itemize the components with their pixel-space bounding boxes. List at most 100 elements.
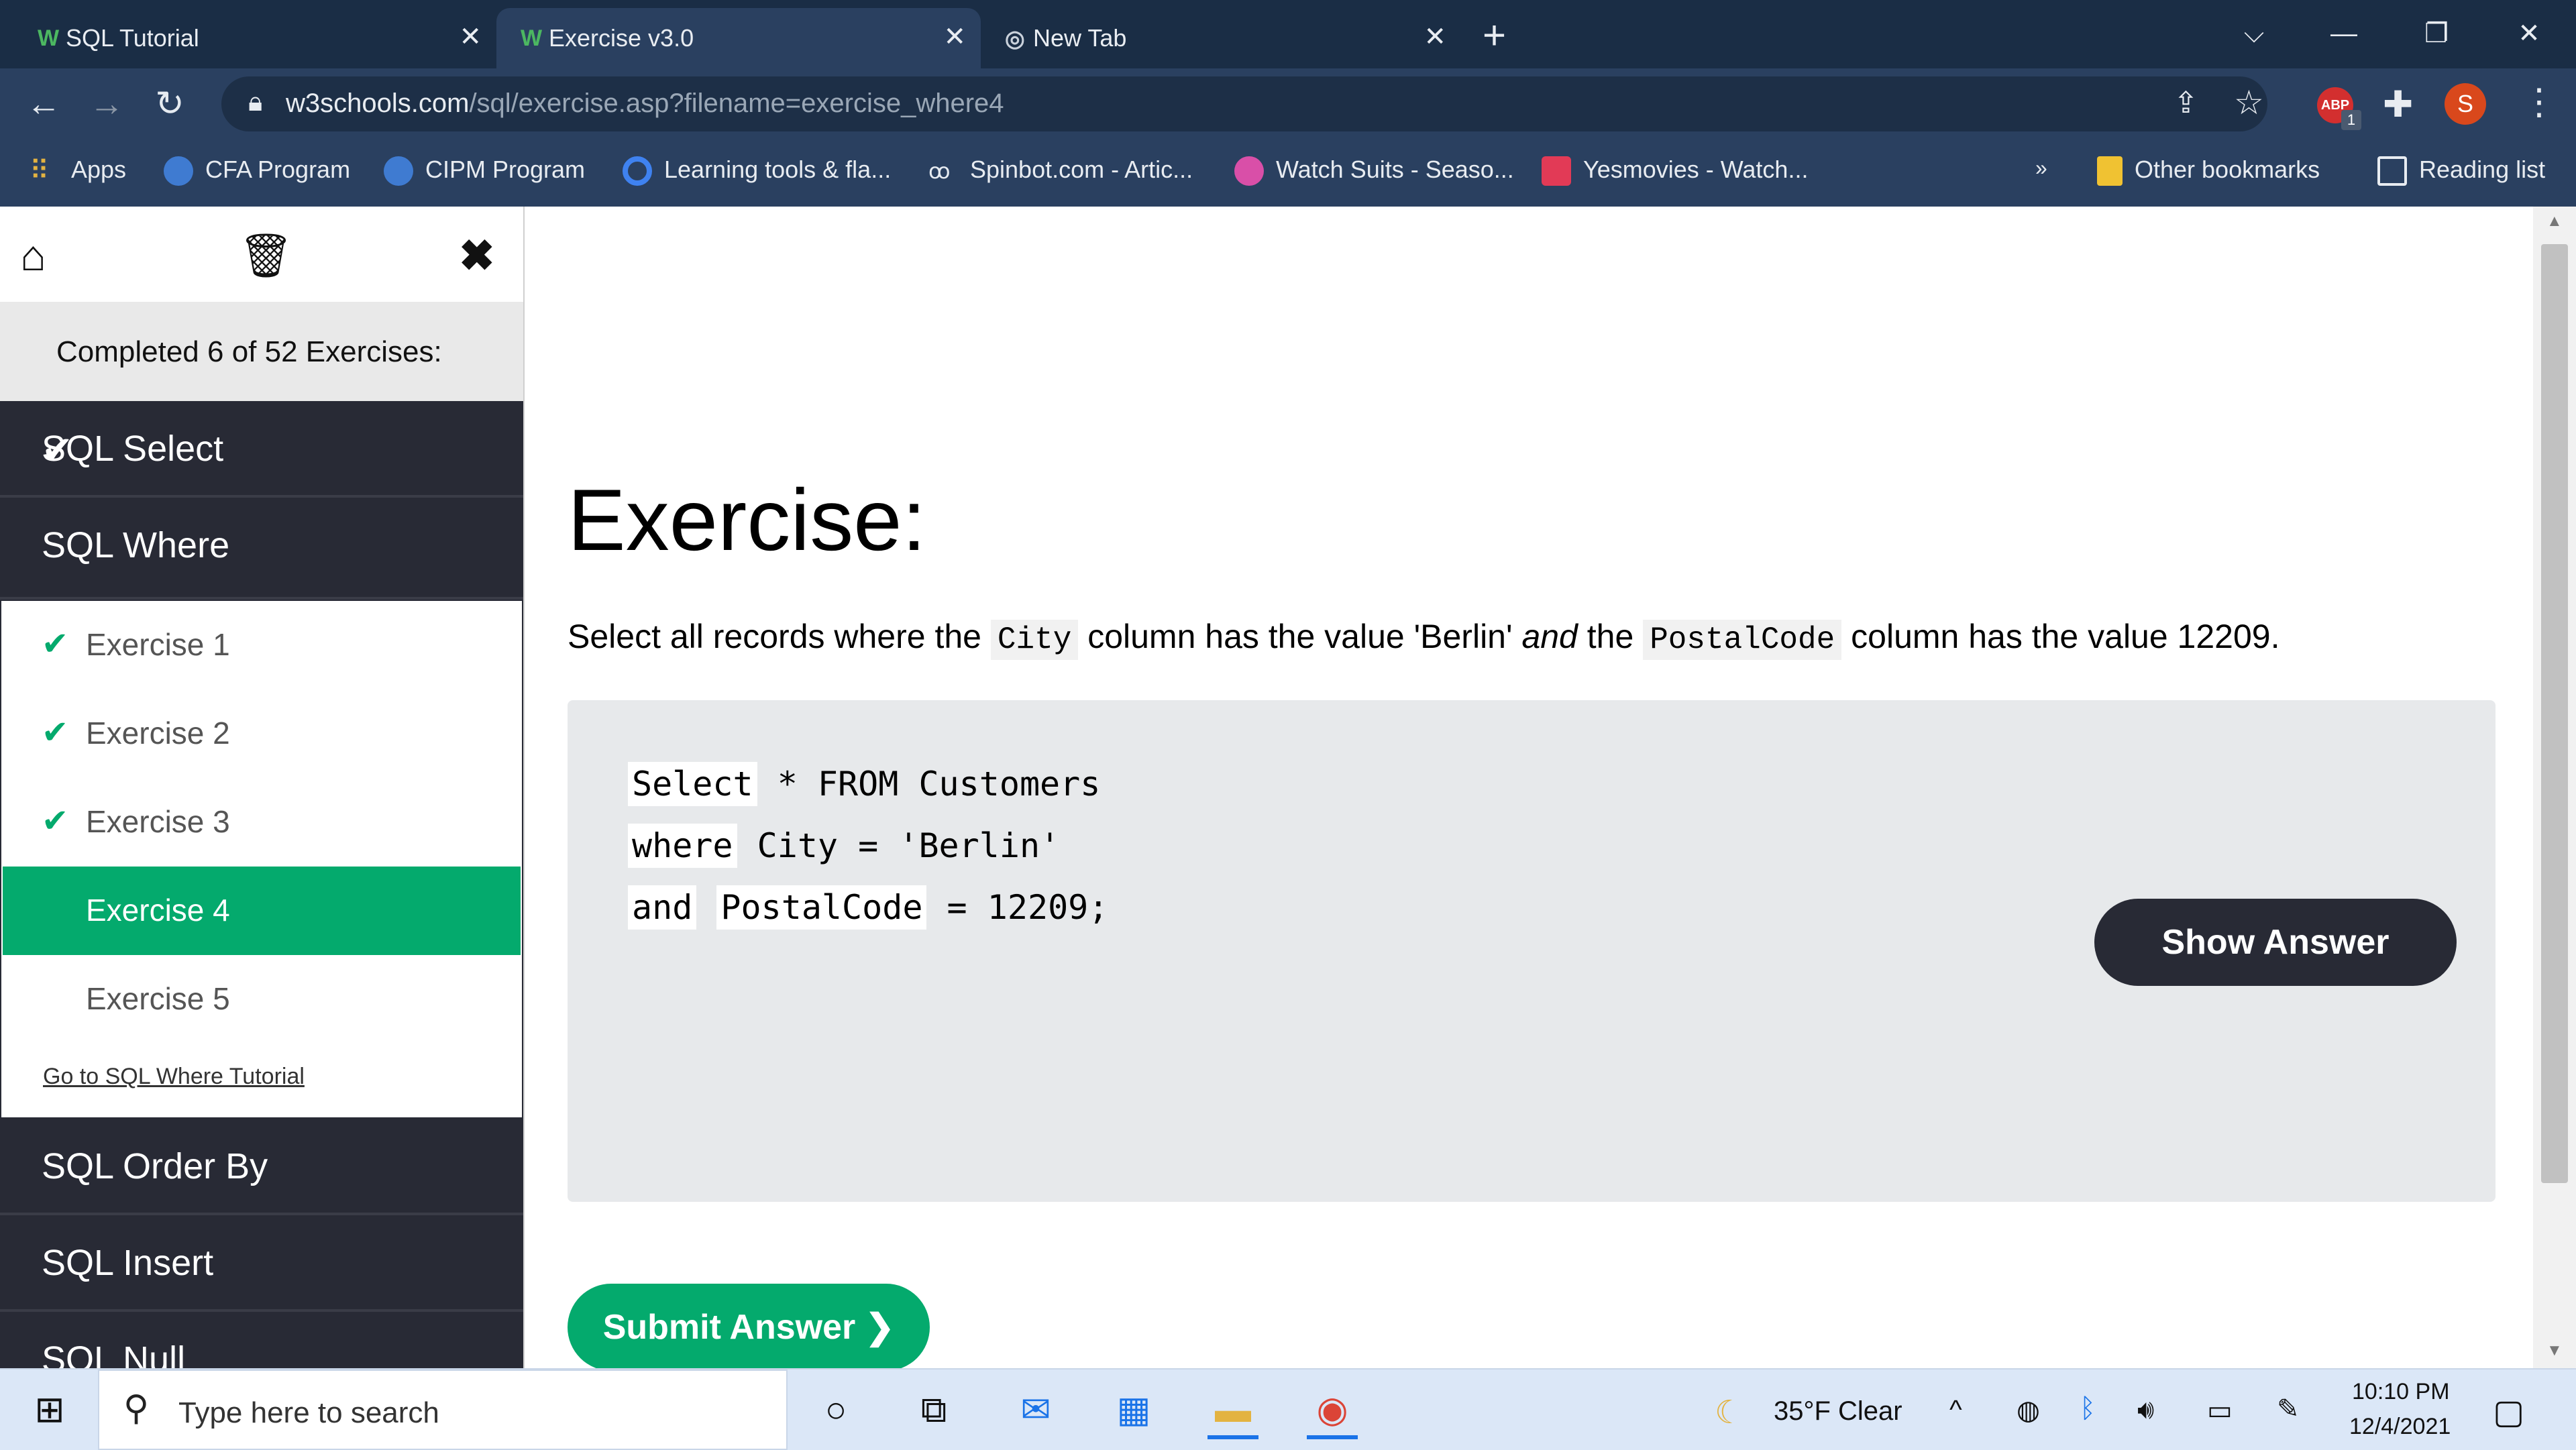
scrollbar-thumb[interactable] — [2541, 244, 2568, 1183]
extensions-puzzle-icon[interactable]: ✚ — [2383, 83, 2413, 125]
windows-start-icon[interactable]: ⊞ — [24, 1384, 75, 1435]
cortana-icon[interactable]: ○ — [810, 1384, 861, 1435]
exercise-label: Exercise 1 — [86, 627, 230, 662]
pen-icon[interactable]: ✎ — [2277, 1394, 2300, 1425]
back-arrow-icon[interactable]: ← — [23, 83, 64, 125]
new-tab-plus-icon[interactable]: + — [1483, 12, 1506, 58]
answer-input-4[interactable]: PostalCode — [716, 885, 927, 930]
bookmark-spinbot[interactable]: ꝏ Spinbot.com - Artic... — [928, 156, 1193, 190]
submit-answer-button[interactable]: Submit Answer ❯ — [568, 1284, 930, 1368]
show-answer-button[interactable]: Show Answer — [2094, 899, 2457, 986]
bookmark-star-icon[interactable]: ☆ — [2234, 83, 2264, 122]
bookmark-apps[interactable]: ⠿ Apps — [30, 156, 126, 190]
close-window-icon[interactable]: ✕ — [2489, 7, 2569, 60]
exercise-label: Exercise 4 — [86, 893, 230, 928]
tutorial-link[interactable]: Go to SQL Where Tutorial — [43, 1064, 305, 1090]
meet-now-icon[interactable]: ◍ — [2017, 1395, 2040, 1426]
checkmark-icon: ✔ — [42, 429, 73, 471]
battery-icon[interactable]: ▭ — [2207, 1395, 2233, 1426]
close-tab-icon[interactable]: ✕ — [943, 21, 966, 52]
checkmark-icon: ✔ — [42, 803, 69, 839]
section-sql-order-by[interactable]: SQL Order By — [0, 1119, 523, 1215]
tray-chevron-up-icon[interactable]: ^ — [1949, 1395, 1962, 1425]
tab-new-tab[interactable]: ◎ New Tab ✕ — [981, 8, 1461, 68]
restore-icon[interactable]: ❐ — [2396, 7, 2477, 60]
answer-input-3[interactable]: and — [628, 885, 697, 930]
volume-icon[interactable]: 🔊︎ — [2137, 1395, 2154, 1425]
exercise-item-2[interactable]: ✔ Exercise 2 — [3, 689, 521, 778]
answer-input-1[interactable]: Select — [628, 762, 757, 806]
close-tab-icon[interactable]: ✕ — [1424, 21, 1446, 52]
forward-arrow-icon[interactable]: → — [86, 83, 127, 125]
browser-tab-strip: W SQL Tutorial ✕ W Exercise v3.0 ✕ ◎ New… — [0, 0, 2576, 68]
apps-grid-icon: ⠿ — [30, 156, 50, 186]
store-icon[interactable]: ▦ — [1108, 1384, 1159, 1435]
trash-icon[interactable]: 🗑︎ — [239, 231, 293, 281]
cfa-icon — [164, 156, 193, 186]
exercise-label: Exercise 5 — [86, 981, 230, 1016]
tab-sql-tutorial[interactable]: W SQL Tutorial ✕ — [13, 8, 496, 68]
section-label: SQL Null — [42, 1339, 186, 1368]
bookmark-learning-tools[interactable]: Learning tools & fla... — [623, 156, 891, 190]
search-icon: ⚲ — [123, 1389, 150, 1428]
page-scrollbar[interactable]: ▲ ▼ — [2533, 207, 2576, 1368]
url-bar[interactable]: 🔒︎ w3schools.com/sql/exercise.asp?filena… — [221, 76, 2267, 131]
url-text[interactable]: w3schools.com/sql/exercise.asp?filename=… — [286, 89, 1004, 119]
section-label: SQL Where — [42, 525, 230, 565]
checkmark-icon: ✔ — [42, 715, 69, 750]
bookmark-cfa[interactable]: CFA Program — [164, 156, 350, 190]
w3schools-favicon-icon: W — [521, 25, 543, 51]
scroll-down-icon[interactable]: ▼ — [2546, 1341, 2563, 1360]
chrome-taskbar-icon[interactable]: ◉ — [1307, 1384, 1358, 1439]
section-sql-where[interactable]: SQL Where — [0, 498, 523, 600]
exercise-item-1[interactable]: ✔ Exercise 1 — [3, 601, 521, 689]
tab-title: Exercise v3.0 — [549, 24, 694, 52]
reload-icon[interactable]: ↻ — [149, 83, 191, 125]
bookmark-other[interactable]: Other bookmarks — [2097, 156, 2320, 190]
section-sql-insert[interactable]: SQL Insert — [0, 1215, 523, 1312]
bluetooth-icon[interactable]: ᛒ — [2080, 1394, 2096, 1424]
bookmark-cipm[interactable]: CIPM Program — [384, 156, 585, 190]
reading-list-icon — [2377, 156, 2407, 186]
inline-code-city: City — [990, 620, 1079, 660]
exercise-label: Exercise 2 — [86, 716, 230, 750]
exercise-description: Select all records where the City column… — [568, 617, 2280, 660]
exercise-item-3[interactable]: ✔ Exercise 3 — [3, 778, 521, 867]
chrome-menu-icon[interactable]: ⋮ — [2521, 80, 2557, 123]
weather-moon-icon: ☾ — [1715, 1395, 1744, 1431]
taskbar-search[interactable]: ⚲ Type here to search — [98, 1370, 788, 1450]
clock-date[interactable]: 12/4/2021 — [2349, 1414, 2451, 1440]
answer-input-2[interactable]: where — [628, 824, 737, 868]
minimize-icon[interactable]: — — [2304, 7, 2384, 60]
section-sql-null[interactable]: SQL Null — [0, 1312, 523, 1368]
bookmark-suits[interactable]: Watch Suits - Seaso... — [1234, 156, 1514, 190]
section-label: SQL Insert — [42, 1243, 214, 1283]
task-view-icon[interactable]: ⧉ — [908, 1384, 959, 1435]
bookmark-reading-list[interactable]: Reading list — [2377, 156, 2545, 190]
lock-icon: 🔒︎ — [248, 87, 263, 117]
more-bookmarks-chevron-icon[interactable]: » — [2035, 156, 2047, 190]
learning-tools-icon — [623, 156, 652, 186]
address-toolbar: ← → ↻ 🔒︎ w3schools.com/sql/exercise.asp?… — [0, 68, 2576, 140]
bookmark-yesmovies[interactable]: Yesmovies - Watch... — [1542, 156, 1808, 190]
exercise-item-5[interactable]: Exercise 5 — [3, 955, 521, 1044]
windows-taskbar: ⊞ ⚲ Type here to search ○ ⧉ ✉ ▦ ▬ ◉ ☾ 35… — [0, 1368, 2576, 1450]
tab-search-chevron-icon[interactable]: ⌵ — [2214, 7, 2294, 60]
file-explorer-icon[interactable]: ▬ — [1208, 1384, 1258, 1439]
share-icon[interactable]: ⇪ — [2174, 86, 2198, 120]
code-line-2: where City = 'Berlin' — [628, 824, 1060, 868]
notifications-icon[interactable]: ▢ — [2493, 1392, 2524, 1431]
exercise-item-4[interactable]: Exercise 4 — [3, 867, 521, 955]
mail-icon[interactable]: ✉ — [1010, 1384, 1061, 1435]
code-editor: Select * FROM Customers where City = 'Be… — [568, 700, 2496, 1202]
weather-text[interactable]: 35°F Clear — [1774, 1396, 1902, 1427]
close-icon[interactable]: ✖ — [459, 231, 495, 281]
scroll-up-icon[interactable]: ▲ — [2546, 212, 2563, 231]
home-icon[interactable]: ⌂ — [20, 231, 46, 280]
clock-time[interactable]: 10:10 PM — [2352, 1379, 2450, 1405]
tab-title: New Tab — [1033, 24, 1127, 52]
tab-exercise[interactable]: W Exercise v3.0 ✕ — [496, 8, 981, 68]
close-tab-icon[interactable]: ✕ — [459, 21, 482, 52]
section-sql-select[interactable]: SQL Select ✔ — [0, 401, 523, 498]
profile-avatar[interactable]: S — [2445, 83, 2486, 125]
